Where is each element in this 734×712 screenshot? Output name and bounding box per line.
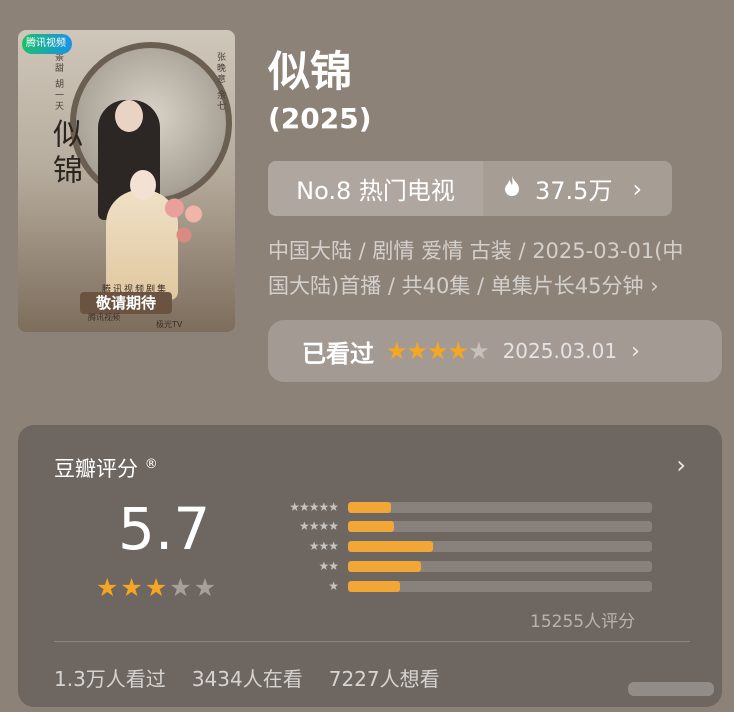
rating-bar-track [348,560,652,572]
mini-stars: ★★★★ [298,519,339,533]
poster-flowers [160,190,208,250]
rating-count: 15255人评分 [530,612,636,632]
heat-value: 37.5万 [535,177,613,205]
poster[interactable]: 似锦 景甜 胡一天 张晚意 余七 腾讯视频 腾讯视频剧集 敬请期待 腾讯视频 极… [18,30,235,332]
rating-score: 5.7 [118,495,211,563]
star-icon: ★ [386,337,407,365]
rank-label[interactable]: No.8 热门电视 [268,161,483,216]
rating-bar-track [348,580,652,592]
star-icon: ★ [468,337,489,365]
rating-bar-fill [348,560,421,572]
star-icon: ★ [447,337,469,365]
star-icon: ★ [406,337,428,365]
watched-label: 已看过 [302,339,374,368]
rating-bar-track [348,501,652,513]
show-info[interactable]: 中国大陆 / 剧情 爱情 古装 / 2025-03-01(中 国大陆)首播 / … [268,234,723,304]
viewer-stats: 1.3万人看过 3434人在看 7227人想看 [54,663,440,692]
rating-bar-fill [348,540,434,552]
star-icon: ★ [144,573,170,602]
star-icon: ★ [427,337,448,365]
flame-icon [503,175,521,203]
star-icon: ★ [120,573,145,602]
show-year: (2025) [268,102,372,135]
rating-stars: ★★★★★ [96,573,218,602]
stat-want[interactable]: 7227人想看 [329,663,440,692]
poster-footer-left: 腾讯视频 [88,313,120,322]
poster-figure-woman-head [130,170,156,200]
poster-figure-man-head [115,100,143,132]
star-icon: ★ [193,573,219,602]
watermark [628,682,714,696]
stat-watched[interactable]: 1.3万人看过 [54,663,166,692]
tencent-video-logo: 腾讯视频 [22,34,72,54]
watched-status-button[interactable]: 已看过 ★★★★★ 2025.03.01 › [268,320,722,382]
poster-banner-main: 敬请期待 [80,292,172,314]
rank-pill[interactable]: No.8 热门电视 37.5万 › [268,161,672,216]
poster-footer-right: 极光TV [156,320,183,329]
mini-stars: ★★★★★ [289,500,339,514]
chevron-right-icon: › [650,274,659,298]
poster-calligraphy: 似锦 [47,118,82,190]
rating-row-3-star: ★★★ [252,539,652,553]
user-rating-stars: ★★★★★ [386,337,490,365]
rating-bar-track [348,520,652,532]
rating-row-5-star: ★★★★★ [252,500,652,514]
watched-date: 2025.03.01 [502,339,618,363]
rating-bar-track [348,540,652,552]
douban-rating-card[interactable]: 豆瓣评分 ® › 5.7 ★★★★★ ★★★★★ ★★★★ ★★★ ★★ ★ 1… [18,425,722,707]
rating-row-1-star: ★ [252,579,652,593]
rating-header: 豆瓣评分 ® [54,457,158,481]
show-title: 似锦 [268,47,353,96]
heat-button[interactable]: 37.5万 › [483,161,672,216]
rating-row-2-star: ★★ [252,559,652,573]
chevron-right-icon: › [632,174,643,203]
poster-side-text-right: 张晚意 余七 [215,52,225,112]
mini-stars: ★★ [318,559,339,573]
rating-bar-fill [348,580,400,592]
show-info-line-1: 中国大陆 / 剧情 爱情 古装 / 2025-03-01(中 [268,239,684,263]
rating-bar-fill [348,501,391,513]
star-icon: ★ [96,573,121,602]
mini-stars: ★ [328,579,339,593]
show-info-line-2: 国大陆)首播 / 共40集 / 单集片长45分钟 › [268,274,659,298]
star-icon: ★ [169,573,194,602]
stat-watching[interactable]: 3434人在看 [192,663,303,692]
mini-stars: ★★★ [308,539,339,553]
poster-side-text-left: 景甜 胡一天 [53,52,63,112]
divider [54,641,690,642]
rating-row-4-star: ★★★★ [252,519,652,533]
chevron-right-icon[interactable]: › [676,451,686,479]
chevron-right-icon: › [631,338,640,364]
rating-bar-fill [348,520,394,532]
